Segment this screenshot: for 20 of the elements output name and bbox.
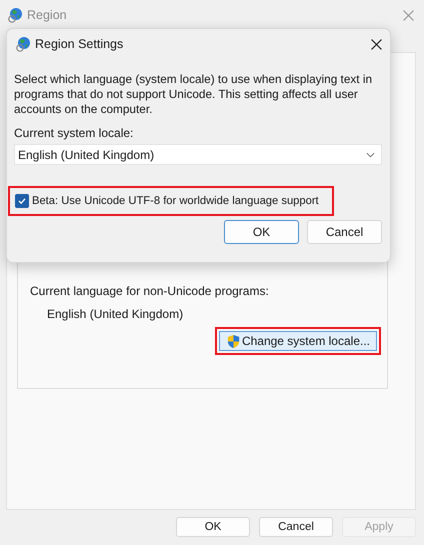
dialog-title: Region Settings [35,37,124,51]
close-icon[interactable] [371,38,382,50]
globe-icon [15,36,31,52]
chevron-icon [366,152,375,158]
checkmark-icon [17,196,27,206]
label: Current system locale: [14,126,134,140]
dialog-button[interactable]: OK [224,220,299,244]
dialog-button[interactable]: Cancel [307,220,382,244]
checkbox[interactable] [15,194,29,208]
window-title: Region [27,8,67,22]
dialog-button[interactable]: OK [176,517,250,537]
label: Current language for non-Unicode programs: [30,284,270,298]
description-text: Select which language (system locale) to use when displaying text in programs that do not support Unicode. This setting affects all user accounts on the computer. [14,72,374,117]
shield-icon [226,334,241,348]
dialog-button[interactable]: Cancel [259,517,333,537]
locale-dropdown[interactable]: English (United Kingdom) [14,144,382,165]
checkbox-label: Beta: Use Unicode UTF-8 for worldwide language support [32,195,319,207]
change-locale-button[interactable]: Change system locale... [218,331,377,351]
globe-icon [7,7,23,23]
value-text: English (United Kingdom) [46,307,184,321]
